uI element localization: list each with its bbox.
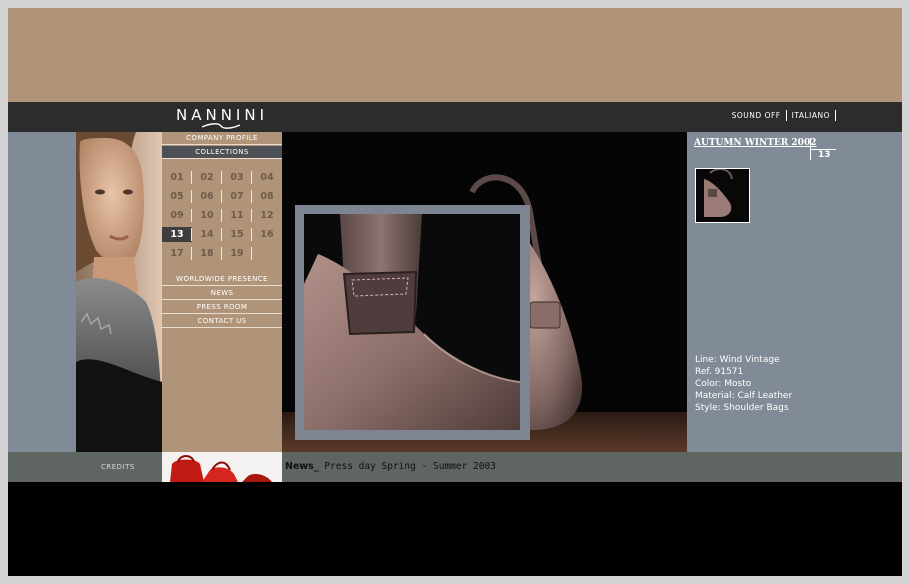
model-portrait — [76, 132, 162, 452]
language-link[interactable]: ITALIANO — [787, 110, 836, 121]
product-info-panel: AUTUMN WINTER 2002 13 Line: Wind Vintage… — [687, 132, 902, 452]
collection-number-14[interactable]: 14 — [192, 227, 222, 242]
menu-company-profile[interactable]: COMPANY PROFILE — [162, 132, 282, 145]
collection-number-04[interactable]: 04 — [252, 170, 282, 185]
spec-material: Material: Calf Leather — [695, 391, 793, 401]
collection-number-12[interactable]: 12 — [252, 208, 282, 223]
collection-number-02[interactable]: 02 — [192, 170, 222, 185]
collection-number-09[interactable]: 09 — [162, 208, 192, 223]
logo-swoosh-icon — [201, 123, 241, 129]
collection-title[interactable]: AUTUMN WINTER 2002 — [694, 138, 816, 148]
collection-number-16[interactable]: 16 — [252, 227, 282, 242]
menu-worldwide-presence[interactable]: WORLDWIDE PRESENCE — [162, 273, 282, 286]
grid-divider — [251, 247, 252, 260]
collection-number-18[interactable]: 18 — [192, 246, 222, 261]
spec-line: Line: Wind Vintage — [695, 355, 780, 365]
item-number: 13 — [818, 150, 831, 160]
zoom-detail-image — [304, 214, 520, 430]
news-thumbnail[interactable] — [162, 452, 282, 482]
brand-logo[interactable]: NANNINI — [161, 104, 283, 130]
bottom-band — [8, 482, 902, 576]
spec-ref: Ref. 91571 — [695, 367, 744, 377]
top-band — [8, 8, 902, 102]
news-headline: Press day Spring - Summer 2003 — [324, 461, 496, 472]
collection-number-19[interactable]: 19 — [222, 246, 252, 261]
collection-number-06[interactable]: 06 — [192, 189, 222, 204]
menu-press-room[interactable]: PRESS ROOM — [162, 301, 282, 314]
header-links: SOUND OFF ITALIANO — [727, 110, 836, 121]
news-bags-image — [162, 452, 282, 482]
collection-number-10[interactable]: 10 — [192, 208, 222, 223]
logo-text: NANNINI — [176, 106, 268, 124]
product-thumbnail[interactable] — [695, 168, 750, 223]
left-strip — [8, 132, 76, 452]
collection-number-11[interactable]: 11 — [222, 208, 252, 223]
nav-panel: COMPANY PROFILE COLLECTIONS 01 02 03 04 05 06… — [162, 132, 282, 452]
collection-number-05[interactable]: 05 — [162, 189, 192, 204]
footer-bar: CREDITS News_ Press day Spring - Summer … — [8, 452, 902, 482]
collection-number-17[interactable]: 17 — [162, 246, 192, 261]
collection-number-01[interactable]: 01 — [162, 170, 192, 185]
site-frame: NANNINI SOUND OFF ITALIANO COMPANY PROFI… — [8, 8, 902, 576]
collection-number-grid: 01 02 03 04 05 06 07 08 09 10 11 12 13 14 15 16 17 18 19 — [162, 170, 282, 265]
header-bar: NANNINI SOUND OFF ITALIANO — [8, 102, 902, 132]
menu-collections[interactable]: COLLECTIONS — [162, 146, 282, 159]
collection-number-07[interactable]: 07 — [222, 189, 252, 204]
product-photo — [282, 132, 687, 452]
collection-number-03[interactable]: 03 — [222, 170, 252, 185]
menu-contact-us[interactable]: CONTACT US — [162, 315, 282, 328]
collection-number-13[interactable]: 13 — [162, 227, 192, 242]
spec-color: Color: Mosto — [695, 379, 752, 389]
collection-number-08[interactable]: 08 — [252, 189, 282, 204]
product-specs: Line: Wind Vintage Ref. 91571 Color: Mos… — [695, 354, 792, 414]
menu-news[interactable]: NEWS — [162, 287, 282, 300]
news-label: News_ — [285, 461, 319, 472]
zoom-detail-frame — [295, 205, 530, 440]
thumbnail-image — [696, 169, 749, 222]
credits-link[interactable]: CREDITS — [101, 463, 135, 471]
spec-style: Style: Shoulder Bags — [695, 403, 789, 413]
collection-number-15[interactable]: 15 — [222, 227, 252, 242]
portrait-image — [76, 132, 162, 452]
news-ticker[interactable]: News_ Press day Spring - Summer 2003 — [285, 461, 496, 472]
bag-detail-image — [304, 214, 520, 430]
sound-off-link[interactable]: SOUND OFF — [727, 110, 787, 121]
